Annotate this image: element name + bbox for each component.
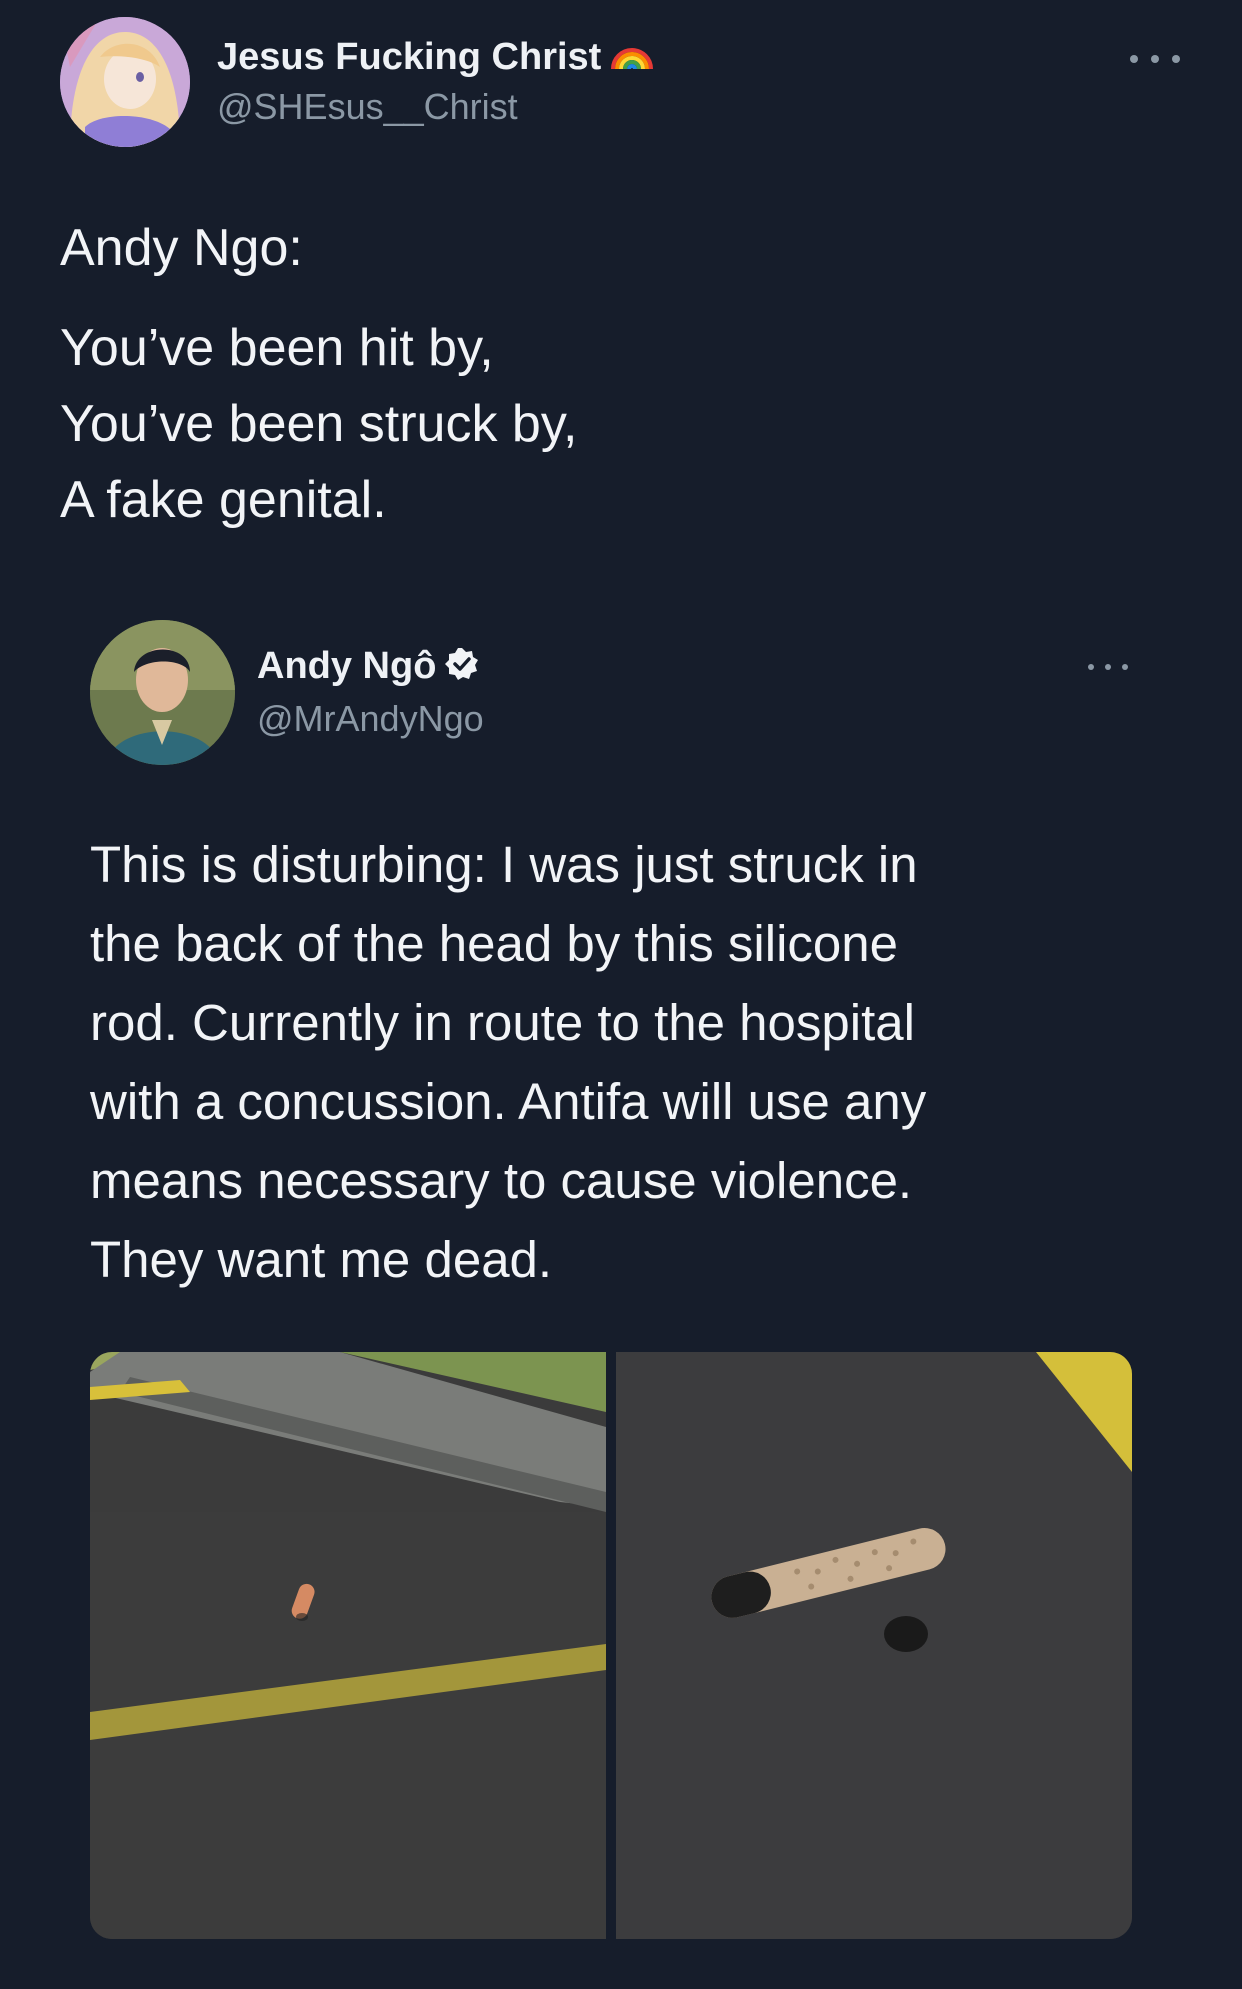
tweet-text-line: You’ve been struck by,: [60, 395, 578, 453]
rainbow-icon: [609, 37, 655, 81]
photo-right[interactable]: [616, 1352, 1132, 1939]
quoted-text-line: means necessary to cause violence.: [90, 1152, 913, 1209]
quoted-display-name-text: Andy Ngô: [257, 645, 437, 687]
avatar-image: [60, 17, 190, 147]
quoted-user-handle[interactable]: @MrAndyNgo: [257, 698, 484, 740]
photo-left[interactable]: [90, 1352, 606, 1939]
media-gallery: [90, 1352, 1132, 1939]
quoted-display-name[interactable]: Andy Ngô: [257, 645, 480, 692]
display-name-text: Jesus Fucking Christ: [217, 36, 602, 78]
tweet-text-line: Andy Ngo:: [60, 219, 303, 277]
quoted-text-line: This is disturbing: I was just struck in: [90, 836, 918, 893]
quoted-avatar-image: [90, 620, 235, 765]
quoted-more-options-icon[interactable]: [1088, 655, 1128, 679]
quoted-text-line: They want me dead.: [90, 1231, 553, 1288]
asphalt-photo-right: [616, 1352, 1132, 1939]
quoted-avatar[interactable]: [90, 620, 235, 765]
quoted-text-line: the back of the head by this silicone: [90, 915, 899, 972]
tweet-text-line: A fake genital.: [60, 471, 387, 529]
more-options-icon[interactable]: [1130, 44, 1180, 74]
verified-badge-icon: [444, 646, 480, 692]
avatar[interactable]: [60, 17, 190, 147]
user-handle[interactable]: @SHEsus__Christ: [217, 86, 518, 128]
tweet-text-line: You’ve been hit by,: [60, 319, 494, 377]
quoted-text-line: rod. Currently in route to the hospital: [90, 994, 915, 1051]
quoted-tweet-text: This is disturbing: I was just struck in…: [90, 825, 1170, 1299]
parking-lot-photo-left: [90, 1352, 606, 1939]
display-name[interactable]: Jesus Fucking Christ: [217, 36, 655, 81]
tweet: Jesus Fucking Christ @SHEsus__Christ And…: [0, 0, 1242, 1989]
tweet-text: Andy Ngo: You’ve been hit by, You’ve bee…: [60, 210, 1180, 538]
quoted-text-line: with a concussion. Antifa will use any: [90, 1073, 927, 1130]
